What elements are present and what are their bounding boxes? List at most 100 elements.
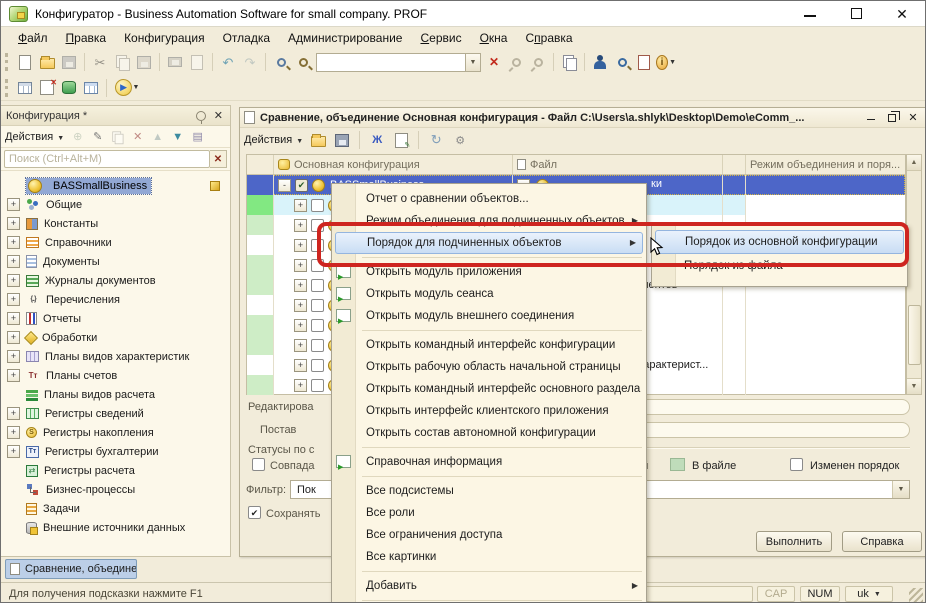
context-menu-item[interactable]: Открыть интерфейс клиентского приложения — [332, 400, 646, 422]
move-up-icon[interactable]: ▲ — [149, 128, 166, 145]
expand-icon[interactable]: + — [7, 217, 20, 230]
execute-button[interactable]: Выполнить — [756, 531, 832, 552]
child-close-button[interactable]: ✕ — [904, 110, 922, 125]
tree-item[interactable]: Задачи — [1, 499, 230, 518]
tree-item[interactable]: +Константы — [1, 214, 230, 233]
menu-item[interactable]: Окна — [471, 29, 517, 47]
compare-settings-icon[interactable]: Ж — [367, 130, 387, 150]
undo-icon[interactable]: ↶ — [218, 52, 238, 72]
tree-item[interactable]: +Перечисления — [1, 290, 230, 309]
row-checkbox[interactable]: ✔ — [295, 179, 308, 192]
open-settings-icon[interactable] — [308, 130, 328, 150]
expand-icon[interactable]: + — [294, 299, 307, 312]
minimize-button[interactable] — [787, 1, 833, 26]
changed-order-checkbox[interactable] — [790, 458, 803, 471]
tree-item[interactable]: BASSmallBusiness — [1, 176, 230, 195]
start-debugging-icon[interactable]: ▼ — [112, 78, 142, 98]
context-menu-item[interactable]: Порядок для подчиненных объектов▶ — [335, 232, 643, 254]
expand-icon[interactable]: + — [294, 319, 307, 332]
database-icon[interactable] — [59, 78, 79, 98]
expand-icon[interactable]: + — [7, 426, 20, 439]
search-dropdown-icon[interactable]: ▼ — [466, 53, 481, 72]
redo-icon[interactable]: ↷ — [240, 52, 260, 72]
save-settings-icon[interactable] — [332, 130, 352, 150]
copy-windows-icon[interactable] — [559, 52, 579, 72]
search-icon[interactable] — [293, 52, 313, 72]
expand-icon[interactable]: + — [7, 369, 20, 382]
tree-item[interactable]: +Отчеты — [1, 309, 230, 328]
context-menu-item[interactable]: Справочная информация — [332, 451, 646, 473]
context-menu-item[interactable]: Открыть командный интерфейс конфигурации — [332, 334, 646, 356]
merge-mode-column-header[interactable]: Режим объединения и поря... — [746, 155, 905, 174]
tree-item[interactable]: +Журналы документов — [1, 271, 230, 290]
add-icon[interactable]: ⊕ — [69, 128, 86, 145]
merge-settings-icon[interactable]: ✎ — [391, 130, 411, 150]
tree-item[interactable]: Регистры расчета — [1, 461, 230, 480]
context-menu-item[interactable]: Все картинки — [332, 546, 646, 568]
expand-icon[interactable]: + — [294, 259, 307, 272]
context-menu-item[interactable]: Режим объединения для подчиненных объект… — [332, 210, 646, 232]
tree-item[interactable]: +Регистры сведений — [1, 404, 230, 423]
expand-icon[interactable]: + — [294, 239, 307, 252]
new-icon[interactable] — [15, 52, 35, 72]
help-button[interactable]: Справка — [842, 531, 922, 552]
expand-icon[interactable]: + — [7, 236, 20, 249]
delete-icon[interactable]: ✕ — [129, 128, 146, 145]
main-config-column-header[interactable]: Основная конфигурация — [274, 155, 513, 174]
table-icon[interactable] — [81, 78, 101, 98]
match-checkbox[interactable] — [252, 458, 265, 471]
spacer-column-header[interactable] — [723, 155, 746, 174]
settings-wrench-icon[interactable]: ⚙ — [450, 130, 470, 150]
merge-mode-cell[interactable] — [746, 175, 905, 195]
help-contents-icon[interactable] — [634, 52, 654, 72]
help-search-icon[interactable] — [612, 52, 632, 72]
row-checkbox[interactable] — [311, 199, 324, 212]
scroll-up-icon[interactable]: ▲ — [907, 155, 921, 171]
refresh-icon[interactable]: ↻ — [426, 130, 446, 150]
close-button[interactable]: ✕ — [879, 1, 925, 26]
search-prev-icon[interactable] — [506, 52, 526, 72]
tree-item[interactable]: +Справочники — [1, 233, 230, 252]
expand-icon[interactable]: + — [294, 199, 307, 212]
tree-item[interactable]: +Планы видов характеристик — [1, 347, 230, 366]
save-icon[interactable] — [59, 52, 79, 72]
expand-icon[interactable]: + — [294, 339, 307, 352]
merge-mode-cell[interactable] — [746, 375, 905, 395]
cut-icon[interactable]: ✂ — [90, 52, 110, 72]
filter-dropdown-icon[interactable]: ▼ — [892, 481, 909, 498]
context-menu-item[interactable]: Все ограничения доступа — [332, 524, 646, 546]
row-checkbox[interactable] — [311, 379, 324, 392]
merge-mode-cell[interactable] — [746, 295, 905, 315]
print-icon[interactable] — [165, 52, 185, 72]
tree-item[interactable]: Бизнес-процессы — [1, 480, 230, 499]
panel-close-icon[interactable]: ✕ — [212, 109, 225, 122]
scroll-down-icon[interactable]: ▼ — [907, 378, 921, 394]
row-checkbox[interactable] — [311, 299, 324, 312]
table-scrollbar[interactable]: ▲ ▼ — [906, 154, 922, 395]
child-minimize-button[interactable] — [862, 110, 880, 125]
collapse-icon[interactable]: - — [278, 179, 291, 192]
actions-menu[interactable]: Действия ▼ — [5, 131, 64, 143]
search-next-icon[interactable] — [528, 52, 548, 72]
expand-icon[interactable]: + — [7, 331, 20, 344]
tree-item[interactable]: +Общие — [1, 195, 230, 214]
context-menu-item[interactable]: Отчет о сравнении объектов... — [332, 188, 646, 210]
context-menu-item[interactable]: Открыть модуль сеанса — [332, 283, 646, 305]
row-checkbox[interactable] — [311, 319, 324, 332]
taskbar-window-button[interactable]: Сравнение, объединение О... — [5, 559, 137, 579]
compare-window-titlebar[interactable]: Сравнение, объединение Основная конфигур… — [240, 108, 926, 128]
menu-item[interactable]: Справка — [516, 29, 581, 47]
menu-item[interactable]: Сервис — [411, 29, 470, 47]
context-menu-item[interactable]: Все роли — [332, 502, 646, 524]
expand-icon[interactable]: + — [7, 350, 20, 363]
status-column-header[interactable] — [247, 155, 274, 174]
submenu-item[interactable]: Порядок из основной конфигурации — [655, 230, 904, 254]
row-checkbox[interactable] — [311, 359, 324, 372]
close-configuration-icon[interactable]: ✕ — [37, 78, 57, 98]
resize-grip[interactable] — [909, 588, 923, 602]
move-down-icon[interactable]: ▼ — [169, 128, 186, 145]
pin-icon[interactable] — [196, 111, 206, 121]
expand-icon[interactable]: + — [294, 219, 307, 232]
maximize-button[interactable] — [833, 1, 879, 26]
expand-icon[interactable]: + — [7, 255, 20, 268]
